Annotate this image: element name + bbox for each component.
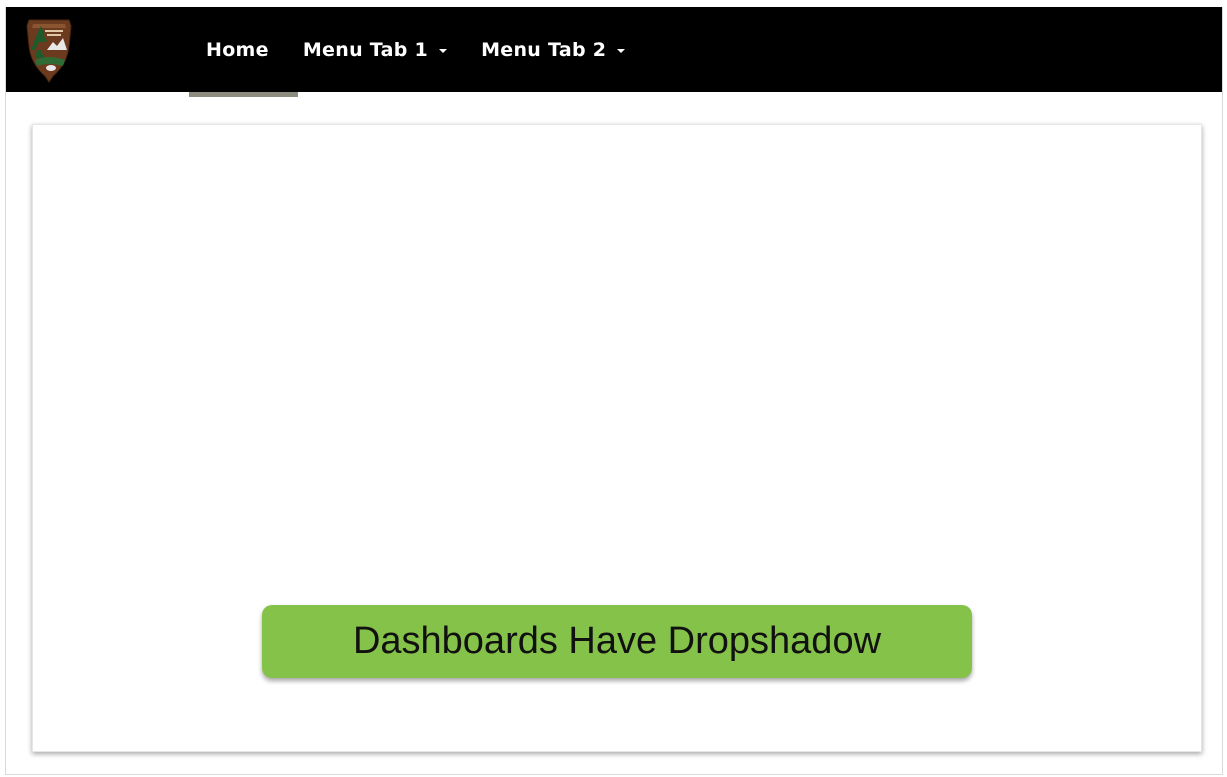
dropshadow-callout-label: Dashboards Have Dropshadow: [262, 605, 972, 678]
nav-tab-home-label: Home: [206, 38, 269, 61]
top-navbar: Home Menu Tab 1 Menu Tab 2: [6, 7, 1222, 92]
caret-down-icon: [439, 48, 448, 53]
dashboard-card: Dashboards Have Dropshadow: [32, 124, 1202, 752]
caret-down-icon: [617, 48, 626, 53]
nav-tab-home[interactable]: Home: [206, 39, 286, 61]
active-tab-indicator: [189, 92, 298, 97]
nps-arrowhead-logo-icon[interactable]: [23, 16, 75, 84]
nav-menu: Home Menu Tab 1 Menu Tab 2: [206, 7, 642, 92]
nav-tab-menu-tab-2-label: Menu Tab 2: [481, 38, 607, 61]
nav-tab-menu-tab-1[interactable]: Menu Tab 1: [286, 39, 464, 61]
nav-tab-menu-tab-2[interactable]: Menu Tab 2: [464, 39, 642, 61]
nav-tab-menu-tab-1-label: Menu Tab 1: [302, 38, 429, 61]
app-window: Home Menu Tab 1 Menu Tab 2 Dashboards Ha…: [5, 7, 1223, 775]
